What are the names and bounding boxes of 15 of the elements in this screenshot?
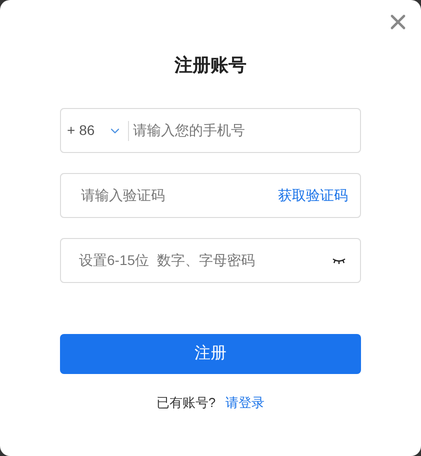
login-link[interactable]: 请登录 xyxy=(226,393,265,412)
country-code[interactable]: + 86 xyxy=(67,120,107,141)
phone-field[interactable]: + 86 请输入您的手机号 xyxy=(60,108,361,153)
closed-eye-icon[interactable] xyxy=(332,256,346,264)
code-field[interactable]: 请输入验证码 获取验证码 xyxy=(60,173,361,218)
get-code-link[interactable]: 获取验证码 xyxy=(278,185,348,206)
register-button[interactable]: 注册 xyxy=(60,334,361,374)
close-icon xyxy=(390,14,406,30)
code-input[interactable]: 请输入验证码 xyxy=(81,185,278,206)
password-field[interactable]: 设置6-15位 数字、字母密码 xyxy=(60,238,361,283)
password-input[interactable]: 设置6-15位 数字、字母密码 xyxy=(79,250,332,271)
footer-text: 已有账号? xyxy=(156,394,216,412)
close-button[interactable] xyxy=(389,13,407,31)
phone-input[interactable]: 请输入您的手机号 xyxy=(133,120,360,141)
dialog-title: 注册账号 xyxy=(174,54,246,77)
